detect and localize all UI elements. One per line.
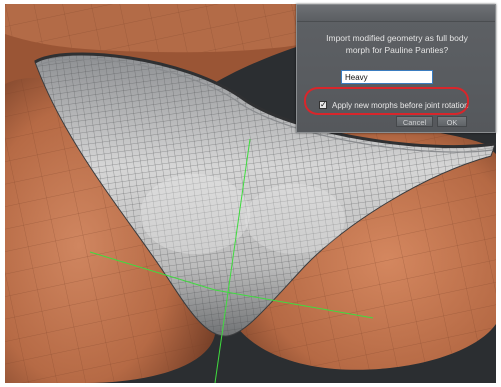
prompt-line-1: Import modified geometry as full body (326, 33, 468, 43)
import-morph-dialog: Import modified geometry as full body mo… (296, 4, 496, 133)
screenshot-frame: Import modified geometry as full body mo… (0, 0, 501, 387)
apply-morphs-checkbox[interactable]: ✓ (319, 101, 327, 109)
dialog-titlebar[interactable] (297, 5, 495, 22)
morph-name-input[interactable] (341, 70, 433, 84)
prompt-line-2: morph for Pauline Panties? (345, 45, 449, 55)
dialog-prompt: Import modified geometry as full body mo… (307, 32, 487, 56)
apply-morphs-label: Apply new morphs before joint rotation (332, 101, 469, 110)
cancel-button[interactable]: Cancel (396, 116, 433, 127)
ok-button[interactable]: OK (437, 116, 467, 127)
